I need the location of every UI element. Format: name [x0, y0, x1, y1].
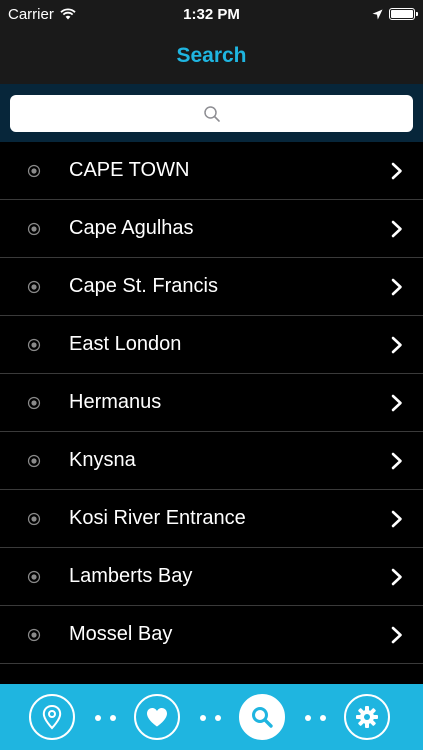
list-item[interactable]: Kosi River Entrance	[0, 490, 423, 548]
radio-bullet-icon	[27, 396, 41, 409]
list-item-label: CAPE TOWN	[69, 159, 190, 181]
search-box[interactable]	[10, 95, 413, 132]
list-item[interactable]: CAPE TOWN	[0, 142, 423, 200]
radio-bullet-icon	[27, 338, 41, 351]
location-arrow-icon	[372, 9, 383, 19]
search-icon	[252, 707, 273, 728]
tab-separator-dots	[200, 715, 221, 721]
dot	[320, 715, 326, 721]
list-item[interactable]: Cape Agulhas	[0, 200, 423, 258]
gear-icon	[356, 706, 378, 728]
tab-separator-dots	[305, 715, 326, 721]
search-area	[0, 84, 423, 142]
radio-bullet-icon	[27, 222, 41, 235]
battery-fill	[391, 10, 413, 18]
list-item[interactable]: East London	[0, 316, 423, 374]
page-title: Search	[176, 44, 247, 67]
chevron-right-icon	[391, 452, 402, 469]
list-item[interactable]: Lamberts Bay	[0, 548, 423, 606]
chevron-right-icon	[391, 278, 402, 295]
list-item[interactable]	[0, 664, 423, 684]
chevron-right-icon	[391, 220, 402, 237]
location-list: CAPE TOWN Cape Agulhas Cape St. Francis Eas…	[0, 142, 423, 684]
list-item-label: East London	[69, 333, 182, 355]
chevron-right-icon	[391, 626, 402, 643]
chevron-right-icon	[391, 568, 402, 585]
list-item-label: Hermanus	[69, 391, 162, 413]
tab-settings[interactable]	[344, 694, 390, 740]
tab-bar	[0, 684, 423, 750]
chevron-right-icon	[391, 336, 402, 353]
dot	[215, 715, 221, 721]
search-input[interactable]	[10, 95, 413, 132]
list-item[interactable]: Cape St. Francis	[0, 258, 423, 316]
list-item-label: Cape St. Francis	[69, 275, 218, 297]
radio-bullet-icon	[27, 164, 41, 177]
heart-icon	[147, 708, 167, 727]
dot	[305, 715, 311, 721]
location-pin-icon	[42, 704, 62, 730]
status-right	[372, 8, 418, 20]
dot	[110, 715, 116, 721]
radio-bullet-icon	[27, 628, 41, 641]
list-item-label: Kosi River Entrance	[69, 507, 246, 529]
list-item[interactable]: Mossel Bay	[0, 606, 423, 664]
battery-icon	[389, 8, 418, 20]
tab-locations[interactable]	[29, 694, 75, 740]
list-item[interactable]: Hermanus	[0, 374, 423, 432]
list-item-label: Knysna	[69, 449, 136, 471]
radio-bullet-icon	[27, 512, 41, 525]
list-item-label: Lamberts Bay	[69, 565, 193, 587]
list-item-label: Cape Agulhas	[69, 217, 194, 239]
radio-bullet-icon	[27, 570, 41, 583]
dot	[200, 715, 206, 721]
chevron-right-icon	[391, 394, 402, 411]
status-bar: Carrier 1:32 PM	[0, 0, 423, 28]
radio-bullet-icon	[27, 280, 41, 293]
tab-favorites[interactable]	[134, 694, 180, 740]
tab-search[interactable]	[239, 694, 285, 740]
wifi-icon	[60, 8, 76, 20]
carrier-label: Carrier	[8, 5, 54, 23]
chevron-right-icon	[391, 510, 402, 527]
status-left: Carrier	[8, 6, 76, 23]
chevron-right-icon	[391, 162, 402, 179]
dot	[95, 715, 101, 721]
list-item[interactable]: Knysna	[0, 432, 423, 490]
list-item-label: Mossel Bay	[69, 623, 173, 645]
radio-bullet-icon	[27, 454, 41, 467]
nav-bar: Search	[0, 28, 423, 84]
tab-separator-dots	[95, 715, 116, 721]
